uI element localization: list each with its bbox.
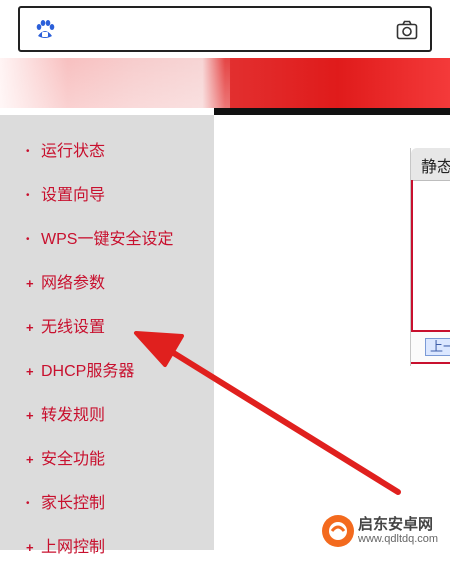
bullet-icon: • — [26, 498, 30, 509]
sidebar-item-label: 转发规则 — [41, 407, 106, 424]
panel-footer: 上一 — [411, 330, 450, 364]
sidebar-item-dhcp[interactable]: + DHCP服务器 — [0, 358, 214, 402]
sidebar-item-parental[interactable]: • 家长控制 — [0, 490, 214, 534]
sidebar-item-network[interactable]: + 网络参数 — [0, 270, 214, 314]
expand-plus-icon: + — [26, 452, 34, 467]
bullet-icon: • — [26, 146, 30, 157]
sidebar-item-setup-wizard[interactable]: • 设置向导 — [0, 182, 214, 226]
sidebar-item-access-control[interactable]: + 上网控制 — [0, 534, 214, 578]
sidebar-item-label: 设置向导 — [41, 187, 106, 204]
sidebar-item-label: DHCP服务器 — [41, 363, 135, 380]
sidebar-item-forwarding[interactable]: + 转发规则 — [0, 402, 214, 446]
sidebar-item-wireless[interactable]: + 无线设置 — [0, 314, 214, 358]
sidebar-item-status[interactable]: • 运行状态 — [0, 138, 214, 182]
sidebar-item-label: 家长控制 — [41, 495, 106, 512]
sidebar-list: • 运行状态 • 设置向导 • WPS一键安全设定 + 网络参数 + 无线设置 … — [0, 138, 214, 578]
sidebar-item-label: 运行状态 — [41, 143, 106, 160]
prev-button[interactable]: 上一 — [425, 338, 450, 356]
expand-plus-icon: + — [26, 320, 34, 335]
sidebar-item-label: 上网控制 — [41, 539, 106, 556]
watermark-logo-icon — [322, 515, 354, 547]
baidu-paw-icon — [36, 20, 55, 38]
header-divider-gap — [0, 108, 214, 115]
bullet-icon: • — [26, 234, 30, 245]
sidebar-item-security[interactable]: + 安全功能 — [0, 446, 214, 490]
tab-title: 静态 — [421, 159, 450, 176]
watermark-name: 启东安卓网 — [358, 516, 434, 533]
sidebar-item-label: 网络参数 — [41, 275, 106, 292]
sidebar-item-label: 安全功能 — [41, 451, 106, 468]
sidebar-item-label: WPS一键安全设定 — [41, 231, 174, 248]
header-blur-overlay — [0, 58, 230, 110]
sidebar-item-wps[interactable]: • WPS一键安全设定 — [0, 226, 214, 270]
watermark-url: www.qdltdq.com — [358, 533, 439, 545]
content-tab[interactable]: 静态 — [411, 148, 450, 181]
expand-plus-icon: + — [26, 408, 34, 423]
watermark: 启东安卓网 www.qdltdq.com — [318, 505, 450, 550]
content-panel: 静态 上一 — [410, 148, 450, 366]
sidebar-menu: • 运行状态 • 设置向导 • WPS一键安全设定 + 网络参数 + 无线设置 … — [0, 115, 214, 556]
sidebar-item-label: 无线设置 — [41, 319, 106, 336]
panel-border — [411, 180, 413, 330]
bullet-icon: • — [26, 190, 30, 201]
search-bar[interactable] — [18, 6, 432, 52]
expand-plus-icon: + — [26, 276, 34, 291]
expand-plus-icon: + — [26, 364, 34, 379]
camera-icon[interactable] — [396, 20, 418, 40]
expand-plus-icon: + — [26, 540, 34, 555]
